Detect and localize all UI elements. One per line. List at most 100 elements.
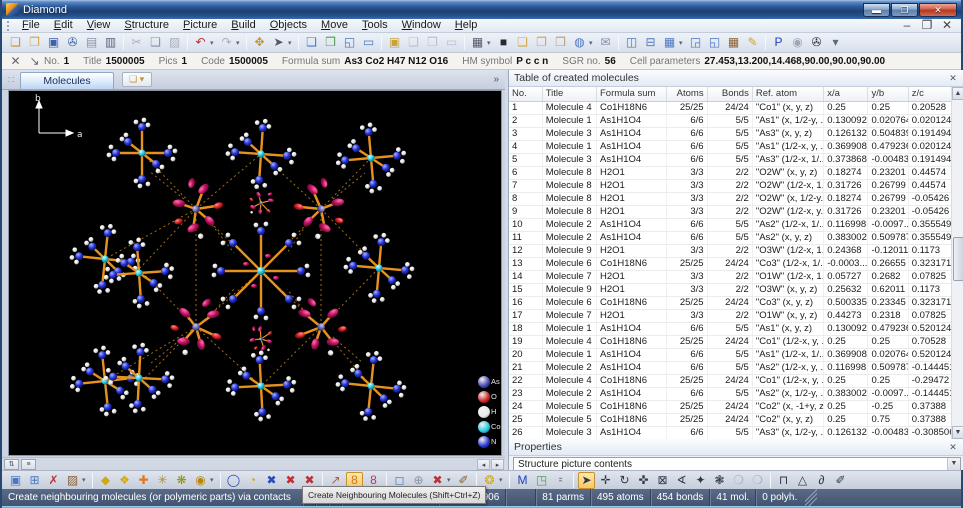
new-picture-icon[interactable]: ❏ (514, 34, 531, 51)
molecule-row[interactable]: 17 Molecule 7 H2O1 3/3 2/2 "O1W" (x, y, … (509, 309, 952, 322)
move-all-icon[interactable]: ✛ (597, 472, 614, 489)
col-no[interactable]: No. (509, 87, 542, 101)
molecule-row[interactable]: 16 Molecule 6 Co1H18N6 25/25 24/24 "Co3"… (509, 296, 952, 309)
folder-open-icon[interactable]: ❐ (533, 34, 550, 51)
table-panel-header[interactable]: Table of created molecules ✕ (509, 70, 963, 87)
properties-close-icon[interactable]: ✕ (946, 442, 960, 453)
pan-icon[interactable]: ✥ (251, 34, 268, 51)
measure-distance-icon[interactable]: ⊓ (775, 472, 792, 489)
molecule-row[interactable]: 23 Molecule 2 As1H1O4 6/6 5/5 "As2" (x, … (509, 387, 952, 400)
molecule-row[interactable]: 8 Molecule 8 H2O1 3/3 2/2 "O2W" (x, 1/2-… (509, 192, 952, 205)
chart-histogram-icon[interactable]: ◱ (706, 34, 723, 51)
menu-item[interactable]: Build (224, 19, 262, 32)
molecule-row[interactable]: 7 Molecule 8 H2O1 3/3 2/2 "O2W" (1/2-x, … (509, 179, 952, 192)
measure-dihedral-icon[interactable]: ∂ (813, 472, 830, 489)
print-preview-icon[interactable]: ▤ (83, 34, 100, 51)
copy-structure-icon[interactable]: ⊞ (26, 472, 43, 489)
measure-properties-icon[interactable]: ✐ (832, 472, 849, 489)
list-toggle-icon[interactable]: ≡ (21, 459, 36, 470)
molecule-row[interactable]: 4 Molecule 1 As1H1O4 6/6 5/5 "As1" (1/2-… (509, 140, 952, 153)
panel-table-icon[interactable]: ▦ (661, 34, 678, 51)
menu-item[interactable]: Edit (47, 19, 80, 32)
grow-shell-icon[interactable]: ◉ (192, 472, 209, 489)
molecule-row[interactable]: 3 Molecule 3 As1H1O4 6/6 5/5 "As3" (x, y… (509, 127, 952, 140)
print-icon[interactable]: ▥ (102, 34, 119, 51)
picture-wide-icon[interactable]: ▭ (360, 34, 377, 51)
clear-structure-icon[interactable]: ✕ (7, 53, 24, 70)
molecule-row[interactable]: 25 Molecule 5 Co1H18N6 25/25 24/24 "Co2"… (509, 413, 952, 426)
table-close-icon[interactable]: ✕ (946, 73, 960, 84)
folder-link-icon[interactable]: ❒ (552, 34, 569, 51)
molecule-row[interactable]: 12 Molecule 9 H2O1 3/3 2/2 "O3W" (1/2-x,… (509, 244, 952, 257)
picture-view-icon[interactable]: ❑ (303, 34, 320, 51)
ring-fill-icon[interactable]: ◔ (244, 472, 261, 489)
spin-view-icon[interactable]: ✦ (692, 472, 709, 489)
pointer-mode-dropdown-icon[interactable]: ▾ (288, 39, 295, 47)
video-record-icon[interactable]: ✇ (808, 34, 825, 51)
menu-item[interactable]: Help (448, 19, 485, 32)
rotate-view-icon[interactable]: ↻ (616, 472, 633, 489)
translate-view-icon[interactable]: ✜ (635, 472, 652, 489)
redo-dropdown-icon[interactable]: ▾ (236, 39, 243, 47)
molecule-row[interactable]: 9 Molecule 8 H2O1 3/3 2/2 "O2W" (1/2-x, … (509, 205, 952, 218)
col-zc[interactable]: z/c (908, 87, 951, 101)
find-icon[interactable]: ✇ (64, 34, 81, 51)
blank-picture-icon[interactable]: ■ (495, 34, 512, 51)
redo-icon[interactable]: ↷ (218, 34, 235, 51)
powder-pattern-icon[interactable]: P (770, 34, 787, 51)
molecule-row[interactable]: 20 Molecule 1 As1H1O4 6/6 5/5 "As1" (1/2… (509, 348, 952, 361)
copy-icon[interactable]: ❑ (147, 34, 164, 51)
structure-canvas[interactable]: b a As O H (8, 90, 502, 456)
col-formula-sum[interactable]: Formula sum (596, 87, 666, 101)
save-icon[interactable]: ▣ (45, 34, 62, 51)
spin-updown-icon[interactable]: ⇅ (4, 459, 19, 470)
molecule-row[interactable]: 14 Molecule 7 H2O1 3/3 2/2 "O1W" (1/2-x,… (509, 270, 952, 283)
pattern-fill-dropdown-icon[interactable]: ▾ (499, 476, 506, 484)
col-title[interactable]: Title (542, 87, 596, 101)
chart-distances-icon[interactable]: ◲ (687, 34, 704, 51)
filter-atoms-dropdown-icon[interactable]: ▾ (82, 476, 89, 484)
table-grid-icon[interactable]: ▦ (469, 34, 486, 51)
new-picture-tab-button[interactable]: ❏ ▾ (122, 72, 152, 87)
cut-icon[interactable]: ✂ (128, 34, 145, 51)
browse-web-icon[interactable]: ◍ (571, 34, 588, 51)
tabstrip-grip-icon[interactable]: ∷ (8, 75, 14, 86)
picture-copy-icon[interactable]: ❑ (405, 34, 422, 51)
menu-item[interactable]: Move (314, 19, 355, 32)
picture-frame-icon[interactable]: ▭ (443, 34, 460, 51)
browse-web-dropdown-icon[interactable]: ▾ (589, 39, 596, 47)
child-close-icon[interactable]: ✕ (940, 17, 954, 34)
zoom-view-icon[interactable]: ⊠ (654, 472, 671, 489)
fill-range-icon[interactable]: ✖ (282, 472, 299, 489)
resize-grip[interactable] (805, 489, 817, 506)
child-restore-icon[interactable]: ❐ (920, 17, 934, 34)
open-file-icon[interactable]: ❐ (26, 34, 43, 51)
polyhedra-icon[interactable]: ◆ (97, 472, 114, 489)
maximize-button[interactable]: ❐ (891, 3, 918, 17)
menu-item[interactable]: Structure (117, 19, 176, 32)
structure-picture-icon[interactable]: ▣ (7, 472, 24, 489)
angle-view-icon[interactable]: ∢ (673, 472, 690, 489)
molecule-label-icon[interactable]: M (514, 472, 531, 489)
menu-item[interactable]: Objects (263, 19, 314, 32)
panel-window-icon[interactable]: ◫ (623, 34, 640, 51)
scroll-up-icon[interactable]: ▲ (952, 87, 963, 100)
paste-icon[interactable]: ▨ (166, 34, 183, 51)
molecule-row[interactable]: 2 Molecule 1 As1H1O4 6/6 5/5 "As1" (x, 1… (509, 114, 952, 127)
send-mail-icon[interactable]: ✉ (597, 34, 614, 51)
walk-view-icon[interactable]: ❃ (711, 472, 728, 489)
connect-atoms-icon[interactable]: ✳ (154, 472, 171, 489)
molecule-row[interactable]: 11 Molecule 2 As1H1O4 6/6 5/5 "As2" (x, … (509, 231, 952, 244)
molecule-row[interactable]: 26 Molecule 3 As1H1O4 6/6 5/5 "As3" (x, … (509, 426, 952, 439)
atom-cluster-icon[interactable]: ❖ (116, 472, 133, 489)
filter-atoms-icon[interactable]: ▨ (64, 472, 81, 489)
new-document-icon[interactable]: ❏ (7, 34, 24, 51)
menu-item[interactable]: View (80, 19, 118, 32)
molecule-row[interactable]: 1 Molecule 4 Co1H18N6 25/25 24/24 "Co1" … (509, 101, 952, 114)
undo-icon[interactable]: ↶ (192, 34, 209, 51)
pointer-mode-icon[interactable]: ➤ (270, 34, 287, 51)
menu-item[interactable]: Picture (176, 19, 224, 32)
molecule-row[interactable]: 22 Molecule 4 Co1H18N6 25/25 24/24 "Co1"… (509, 374, 952, 387)
picture-layout-icon[interactable]: ❒ (424, 34, 441, 51)
tab-molecules[interactable]: Molecules (20, 72, 113, 89)
